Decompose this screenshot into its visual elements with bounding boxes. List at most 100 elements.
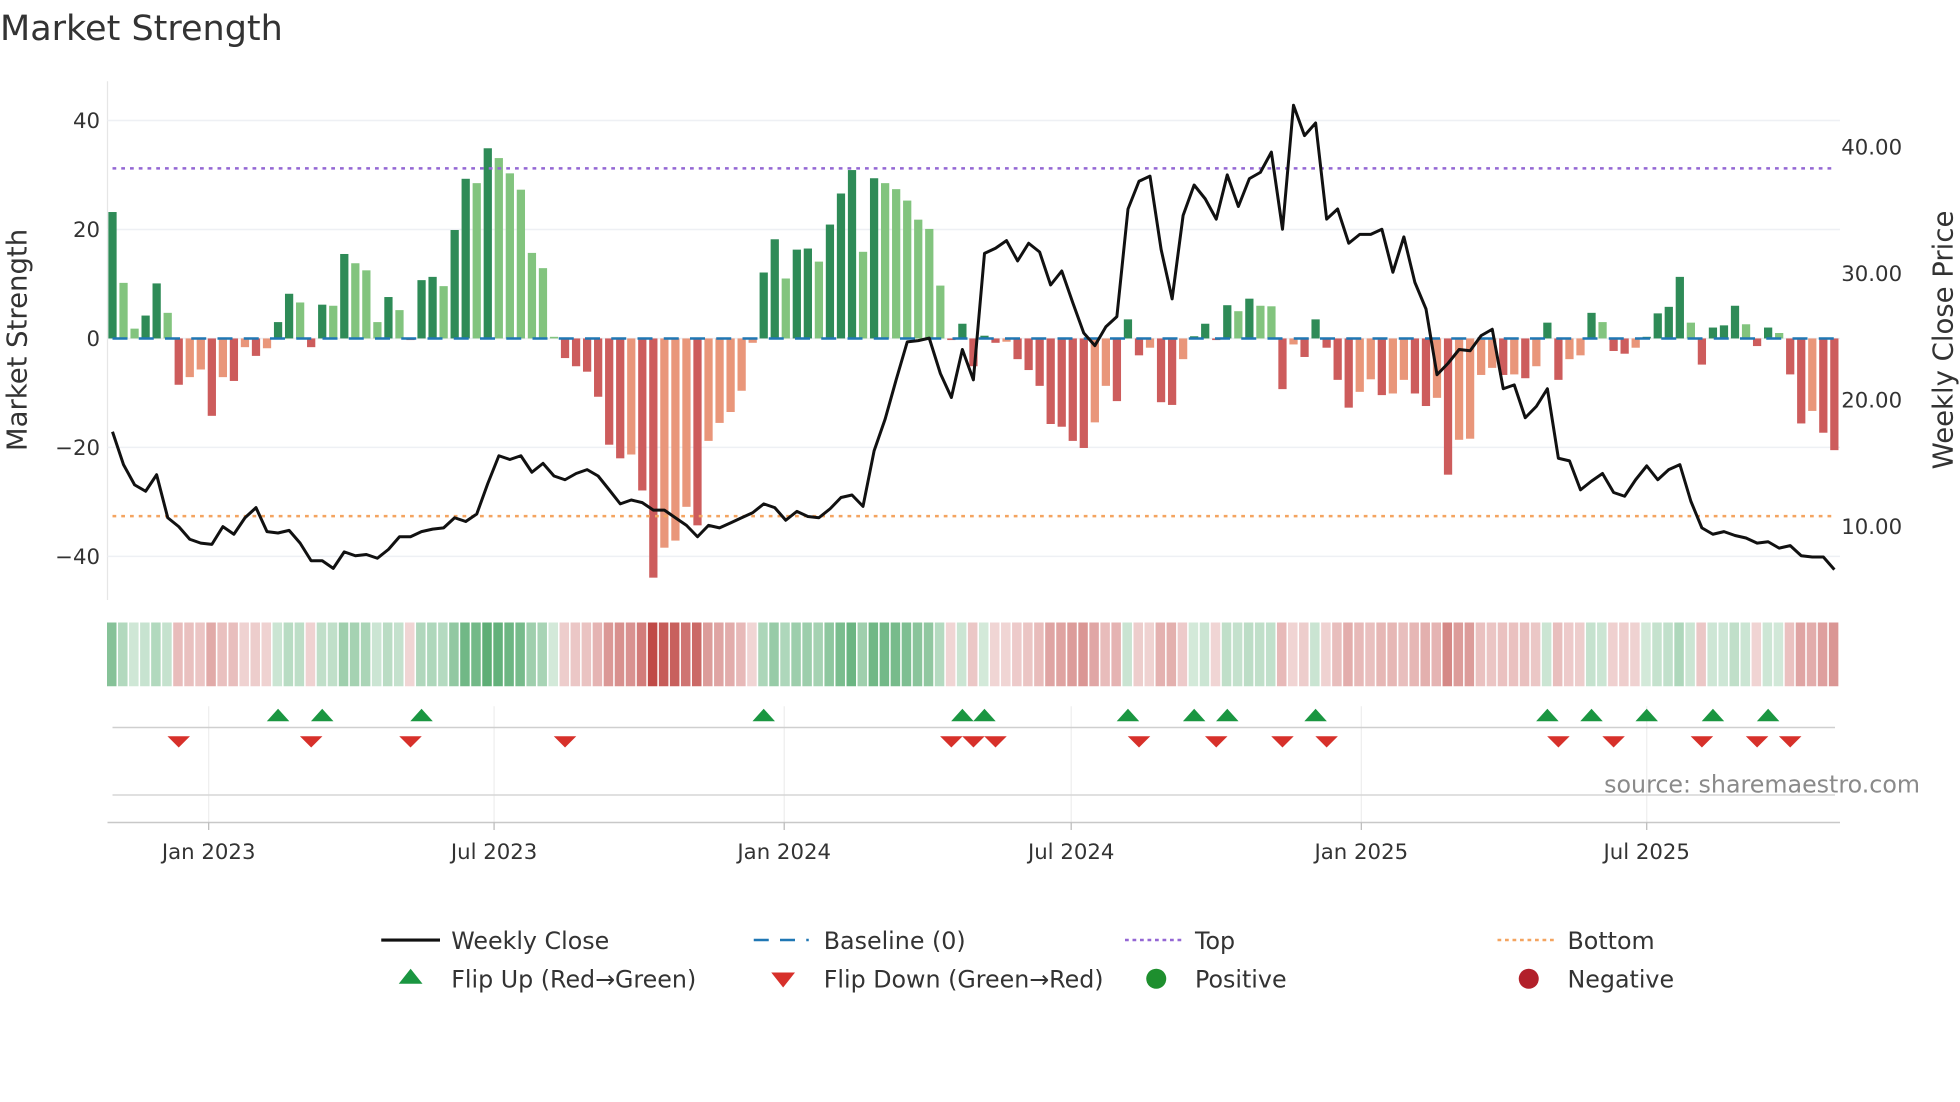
- flip-up-marker: [1756, 708, 1780, 722]
- strength-bar: [240, 338, 250, 348]
- heatmap-cell: [1420, 622, 1430, 687]
- heatmap-cell: [1453, 622, 1464, 687]
- strength-bar: [1741, 324, 1751, 339]
- flip-down-marker: [299, 736, 323, 748]
- heatmap-cell: [636, 622, 647, 687]
- strength-bar: [163, 312, 172, 339]
- strength-bar: [119, 282, 128, 339]
- heatmap-cell: [1597, 622, 1607, 687]
- flip-up-marker: [752, 708, 775, 722]
- y2-tick-label: 20.00: [1841, 389, 1902, 414]
- flip-down-marker: [984, 736, 1007, 748]
- strength-bar: [616, 338, 625, 459]
- heatmap-cell: [581, 622, 592, 687]
- heatmap-cell: [614, 622, 625, 687]
- strength-bar: [1256, 305, 1265, 339]
- heatmap-cell: [1652, 622, 1662, 687]
- heatmap-cell: [945, 622, 956, 687]
- heatmap-cell: [250, 622, 260, 687]
- strength-bar: [582, 338, 592, 372]
- strength-bar: [671, 338, 680, 541]
- heatmap-cell: [1828, 622, 1839, 687]
- strength-bar: [1223, 305, 1232, 339]
- strength-bar: [1068, 338, 1077, 441]
- strength-bar: [450, 230, 459, 339]
- heatmap-cell: [1045, 622, 1055, 687]
- weekly-close-series: [111, 103, 1836, 571]
- strength-bar: [1830, 338, 1839, 451]
- strength-bar: [185, 338, 194, 378]
- strength-heatmap: [107, 622, 1839, 687]
- strength-bar: [1543, 322, 1552, 339]
- heatmap-cell: [305, 622, 316, 687]
- heatmap-cell: [1552, 622, 1563, 687]
- heatmap-cell: [559, 622, 570, 687]
- strength-bar: [472, 183, 481, 339]
- heatmap-cell: [625, 622, 636, 687]
- strength-bar: [936, 285, 945, 339]
- heatmap-cell: [934, 622, 945, 687]
- strength-bar: [373, 322, 382, 339]
- strength-bar: [1521, 338, 1530, 379]
- strength-bar: [1764, 327, 1773, 339]
- strength-bar: [1808, 338, 1817, 411]
- heatmap-cell: [1442, 622, 1453, 687]
- triangle-up-icon: [398, 968, 423, 984]
- flip-up-marker: [1701, 708, 1725, 722]
- flip-up-marker: [1116, 708, 1140, 722]
- heatmap-cell: [1265, 622, 1276, 687]
- strength-bar: [1013, 338, 1022, 360]
- strength-bar: [395, 310, 404, 339]
- flip-up-marker: [310, 708, 334, 722]
- heatmap-cell: [570, 622, 581, 687]
- strength-bar: [1686, 322, 1695, 339]
- heatmap-cell: [1221, 622, 1232, 687]
- strength-bar: [1311, 319, 1320, 339]
- heatmap-cell: [504, 622, 514, 687]
- heatmap-cell: [1387, 622, 1397, 687]
- flip-markers: [107, 708, 1840, 824]
- strength-bar: [1399, 338, 1409, 380]
- strength-bar: [538, 268, 548, 339]
- heatmap-cell: [1431, 622, 1441, 687]
- strength-bar: [174, 338, 183, 385]
- heatmap-cell: [217, 622, 227, 687]
- strength-bar: [1366, 338, 1375, 380]
- strength-bar: [1388, 338, 1397, 394]
- strength-bar: [1344, 338, 1353, 408]
- heatmap-cell: [272, 622, 283, 687]
- x-tick-label: Jul 2024: [1026, 840, 1114, 865]
- strength-bar: [483, 148, 492, 339]
- strength-bar: [307, 338, 316, 348]
- flip-down-marker: [1271, 736, 1294, 748]
- strength-bar: [329, 305, 338, 339]
- x-tick-label: Jan 2025: [1313, 840, 1409, 865]
- strength-bar: [1024, 338, 1033, 371]
- strength-bar: [737, 338, 746, 391]
- strength-bar: [251, 338, 261, 356]
- heatmap-cell: [1486, 622, 1497, 687]
- flip-down-marker: [553, 736, 577, 748]
- heatmap-cell: [1332, 622, 1342, 687]
- y2-tick-label: 10.00: [1841, 515, 1902, 540]
- strength-bar: [1730, 305, 1740, 339]
- heatmap-cell: [1023, 622, 1033, 687]
- heatmap-cell: [890, 622, 901, 687]
- strength-bar: [1179, 338, 1188, 360]
- heatmap-cell: [1696, 622, 1706, 687]
- strength-bar: [1333, 338, 1342, 380]
- heatmap-cell: [151, 622, 161, 687]
- heatmap-cell: [868, 622, 879, 687]
- strength-bar: [1234, 311, 1243, 339]
- strength-bar: [439, 286, 448, 339]
- strength-bar: [362, 270, 371, 339]
- strength-bar: [549, 336, 559, 339]
- heatmap-cell: [813, 622, 823, 687]
- heatmap-cell: [1288, 622, 1298, 687]
- heatmap-cell: [438, 622, 448, 687]
- heatmap-cell: [736, 622, 746, 687]
- x-axis-ticks: Jan 2023 Jul 2023 Jan 2024 Jul 2024 Jan 2025…: [160, 822, 1690, 865]
- heatmap-cell: [1530, 622, 1541, 687]
- heatmap-cell: [956, 622, 967, 687]
- strength-bar: [1598, 322, 1607, 339]
